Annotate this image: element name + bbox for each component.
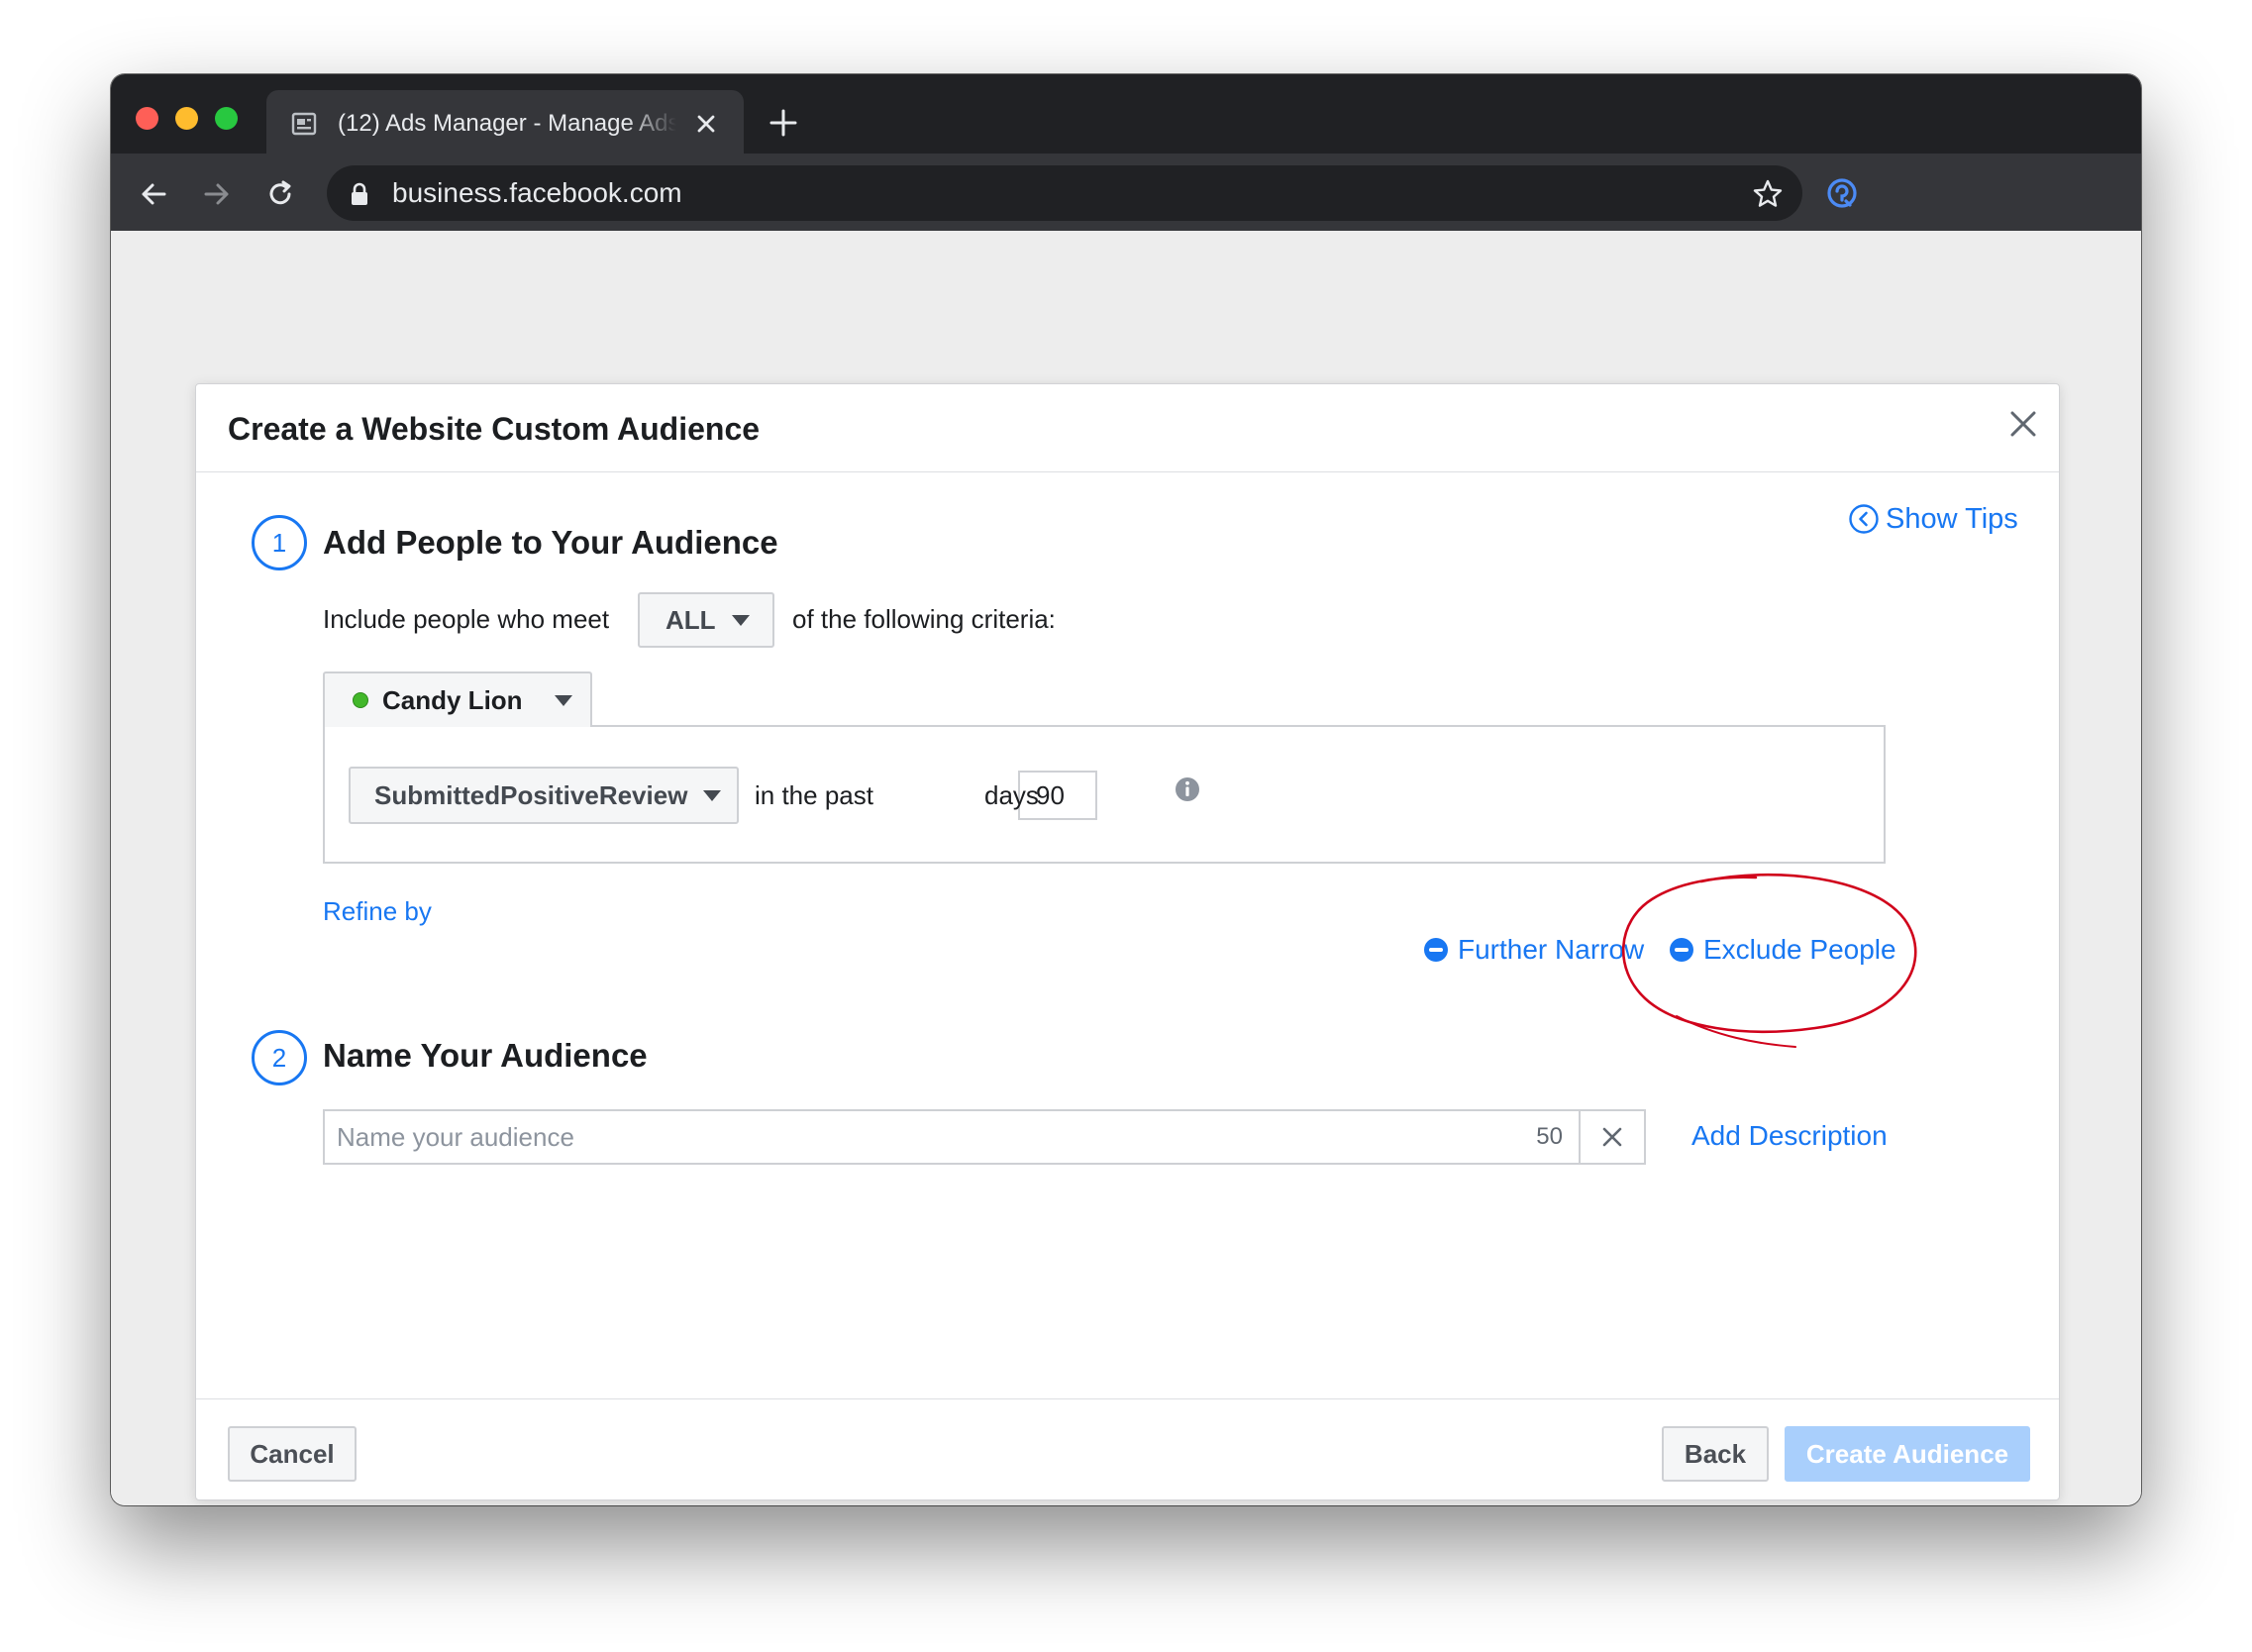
caret-down-icon <box>554 694 572 706</box>
match-type-value: ALL <box>665 604 716 635</box>
back-button[interactable]: Back <box>1662 1426 1769 1482</box>
back-arrow-icon[interactable] <box>137 177 170 211</box>
show-tips-label: Show Tips <box>1886 503 2018 535</box>
maximize-window-button[interactable] <box>215 107 238 130</box>
forward-arrow-icon[interactable] <box>200 177 234 211</box>
step-1-number: 1 <box>252 515 307 570</box>
clear-name-button[interactable] <box>1579 1111 1644 1163</box>
show-tips-link[interactable]: Show Tips <box>1848 501 2018 537</box>
step-2-title: Name Your Audience <box>323 1037 648 1074</box>
custom-audience-dialog: Create a Website Custom Audience Show Ti… <box>195 383 2060 1500</box>
close-window-button[interactable] <box>136 107 158 130</box>
close-dialog-icon[interactable] <box>2007 408 2039 440</box>
browser-tab[interactable]: (12) Ads Manager - Manage Ads <box>266 90 744 154</box>
exclude-people-label: Exclude People <box>1703 934 1896 965</box>
bookmark-star-icon[interactable] <box>1751 177 1785 211</box>
page-content: Create a Website Custom Audience Show Ti… <box>111 231 2141 1505</box>
minimize-window-button[interactable] <box>175 107 198 130</box>
include-suffix-text: of the following criteria: <box>792 604 1056 634</box>
dialog-title: Create a Website Custom Audience <box>228 411 761 447</box>
pixel-select[interactable]: Candy Lion <box>323 671 592 727</box>
further-narrow-link[interactable]: Further Narrow <box>1424 933 1644 967</box>
exclude-people-link[interactable]: Exclude People <box>1670 933 1896 967</box>
event-select-value: SubmittedPositiveReview <box>374 779 688 810</box>
red-circle-annotation <box>1622 873 1917 1048</box>
close-icon <box>1602 1127 1622 1147</box>
days-label: days <box>984 780 1039 810</box>
url-text: business.facebook.com <box>392 177 682 208</box>
create-audience-button[interactable]: Create Audience <box>1785 1426 2030 1482</box>
tab-title: (12) Ads Manager - Manage Ads <box>338 110 676 137</box>
criteria-box: SubmittedPositiveReview in the past 90 d… <box>323 725 1886 864</box>
further-narrow-label: Further Narrow <box>1458 934 1645 965</box>
char-count: 50 <box>1536 1123 1563 1150</box>
browser-window: (12) Ads Manager - Manage Ads business.f… <box>111 74 2141 1505</box>
cancel-button[interactable]: Cancel <box>228 1426 357 1482</box>
pixel-name: Candy Lion <box>382 684 523 715</box>
refine-by-link[interactable]: Refine by <box>323 895 432 927</box>
add-description-link[interactable]: Add Description <box>1691 1120 1888 1152</box>
address-bar[interactable]: business.facebook.com <box>327 165 1802 221</box>
step-1-title: Add People to Your Audience <box>323 524 778 561</box>
dialog-footer: Cancel Back Create Audience <box>196 1398 2059 1501</box>
minus-circle-icon <box>1424 938 1448 962</box>
chevron-left-circle-icon <box>1849 504 1879 534</box>
audience-name-field: 50 <box>323 1109 1646 1165</box>
dialog-header: Create a Website Custom Audience <box>196 384 2059 472</box>
close-tab-icon[interactable] <box>692 110 720 138</box>
lock-icon <box>352 182 367 205</box>
step-2-number: 2 <box>252 1030 307 1085</box>
pixel-status-dot-icon <box>353 692 368 708</box>
in-the-past-text: in the past <box>755 780 873 810</box>
match-type-select[interactable]: ALL <box>638 592 774 648</box>
audience-name-input[interactable] <box>325 1111 1537 1163</box>
minus-circle-icon <box>1670 938 1693 962</box>
caret-down-icon <box>731 614 750 626</box>
extension-icon[interactable] <box>1824 175 1860 211</box>
browser-toolbar: business.facebook.com <box>111 154 2141 231</box>
tab-bar: (12) Ads Manager - Manage Ads <box>111 74 2141 154</box>
reload-icon[interactable] <box>263 177 297 211</box>
caret-down-icon <box>703 789 722 801</box>
ads-manager-favicon-icon <box>291 112 317 136</box>
new-tab-icon[interactable] <box>768 108 798 138</box>
info-icon[interactable] <box>1175 776 1200 802</box>
event-select[interactable]: SubmittedPositiveReview <box>349 767 739 824</box>
include-prefix-text: Include people who meet <box>323 604 610 634</box>
